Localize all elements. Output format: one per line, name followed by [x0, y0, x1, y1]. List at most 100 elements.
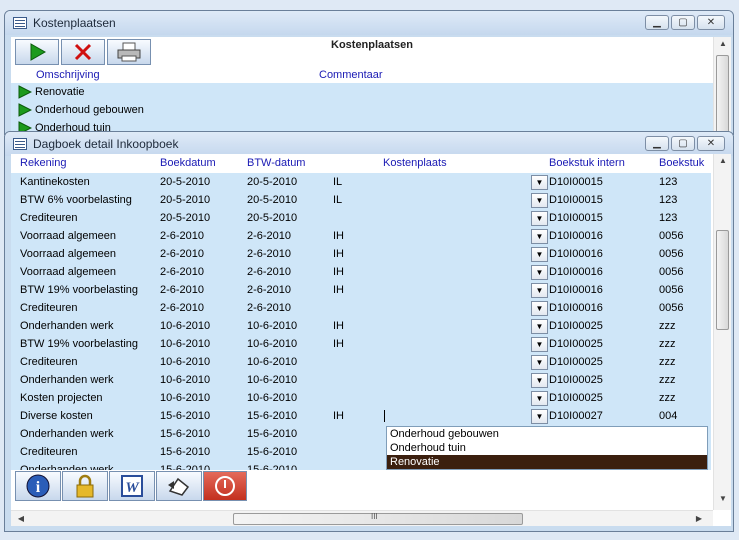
rekening-cell[interactable]: Crediteuren	[20, 353, 77, 371]
dropdown-option[interactable]: Onderhoud gebouwen	[387, 427, 707, 441]
dropdown-arrow-icon[interactable]: ▼	[531, 229, 548, 244]
table-row[interactable]: Voorraad algemeen 2-6-2010 2-6-2010 IH D10I0…	[11, 245, 711, 263]
close-button[interactable]: ✕	[697, 136, 725, 151]
boekstuk-intern-cell[interactable]: D10I00016	[549, 299, 603, 317]
maximize-button[interactable]: ▢	[671, 136, 695, 151]
rekening-cell[interactable]: BTW 19% voorbelasting	[20, 281, 138, 299]
dropdown-arrow-icon[interactable]: ▼	[531, 193, 548, 208]
btw-datum-cell[interactable]: 20-5-2010	[247, 173, 297, 191]
btw-datum-cell[interactable]: 2-6-2010	[247, 299, 291, 317]
undo-button[interactable]	[156, 471, 202, 501]
btw-code-cell[interactable]: IH	[333, 407, 344, 425]
boekstuk-intern-cell[interactable]: D10I00025	[549, 353, 603, 371]
rekening-cell[interactable]: Crediteuren	[20, 209, 77, 227]
dropdown-arrow-icon[interactable]: ▼	[531, 283, 548, 298]
run-button[interactable]	[15, 39, 59, 65]
table-row[interactable]: Onderhanden werk 10-6-2010 10-6-2010 D10I00…	[11, 371, 711, 389]
boekstuk-intern-cell[interactable]: D10I00016	[549, 281, 603, 299]
boekstuk-cell[interactable]: zzz	[659, 371, 676, 389]
dropdown-arrow-icon[interactable]: ▼	[531, 337, 548, 352]
boekstuk-intern-cell[interactable]: D10I00015	[549, 209, 603, 227]
rekening-cell[interactable]: Onderhanden werk	[20, 425, 114, 443]
dagboek-titlebar[interactable]: Dagboek detail Inkoopboek	[5, 132, 733, 156]
boekstuk-cell[interactable]: zzz	[659, 335, 676, 353]
dagboek-horizontal-scrollbar[interactable]: ◀ III ▶	[11, 510, 713, 526]
boekstuk-cell[interactable]: zzz	[659, 317, 676, 335]
btw-datum-cell[interactable]: 20-5-2010	[247, 191, 297, 209]
boekstuk-cell[interactable]: 123	[659, 191, 677, 209]
scroll-right-arrow-icon[interactable]: ▶	[691, 514, 707, 523]
rekening-cell[interactable]: BTW 6% voorbelasting	[20, 191, 132, 209]
dropdown-arrow-icon[interactable]: ▼	[531, 247, 548, 262]
boekstuk-intern-cell[interactable]: D10I00015	[549, 191, 603, 209]
rekening-cell[interactable]: Onderhanden werk	[20, 317, 114, 335]
rekening-cell[interactable]: Kantinekosten	[20, 173, 90, 191]
btw-code-cell[interactable]: IH	[333, 335, 344, 353]
table-row[interactable]: Crediteuren 20-5-2010 20-5-2010 D10I00015 12…	[11, 209, 711, 227]
boekstuk-intern-cell[interactable]: D10I00025	[549, 317, 603, 335]
table-row[interactable]: Voorraad algemeen 2-6-2010 2-6-2010 IH D10I0…	[11, 263, 711, 281]
boekdatum-cell[interactable]: 10-6-2010	[160, 389, 210, 407]
btw-code-cell[interactable]: IH	[333, 263, 344, 281]
boekdatum-cell[interactable]: 20-5-2010	[160, 209, 210, 227]
minimize-button[interactable]: ▁	[645, 15, 669, 30]
btw-datum-cell[interactable]: 2-6-2010	[247, 281, 291, 299]
dropdown-arrow-icon[interactable]: ▼	[531, 409, 548, 424]
table-row[interactable]: Onderhanden werk 10-6-2010 10-6-2010 IH D10I…	[11, 317, 711, 335]
dropdown-arrow-icon[interactable]: ▼	[531, 319, 548, 334]
exit-button[interactable]	[203, 471, 247, 501]
boekstuk-cell[interactable]: 0056	[659, 263, 683, 281]
close-button[interactable]: ✕	[697, 15, 725, 30]
dropdown-arrow-icon[interactable]: ▼	[531, 211, 548, 226]
dropdown-arrow-icon[interactable]: ▼	[531, 373, 548, 388]
boekstuk-cell[interactable]: 0056	[659, 245, 683, 263]
scroll-up-arrow-icon[interactable]: ▲	[715, 39, 731, 48]
kostenplaatsen-titlebar[interactable]: Kostenplaatsen	[5, 11, 733, 35]
boekdatum-cell[interactable]: 15-6-2010	[160, 425, 210, 443]
boekstuk-intern-cell[interactable]: D10I00016	[549, 245, 603, 263]
boekstuk-cell[interactable]: zzz	[659, 353, 676, 371]
boekdatum-cell[interactable]: 10-6-2010	[160, 353, 210, 371]
rekening-cell[interactable]: BTW 19% voorbelasting	[20, 335, 138, 353]
dropdown-option-selected[interactable]: Renovatie	[387, 455, 707, 469]
boekstuk-cell[interactable]: 123	[659, 173, 677, 191]
rekening-cell[interactable]: Diverse kosten	[20, 407, 93, 425]
word-export-button[interactable]: W	[109, 471, 155, 501]
boekstuk-cell[interactable]: zzz	[659, 389, 676, 407]
table-row[interactable]: Diverse kosten 15-6-2010 15-6-2010 IH D10I00…	[11, 407, 711, 425]
boekdatum-cell[interactable]: 2-6-2010	[160, 281, 204, 299]
boekdatum-cell[interactable]: 20-5-2010	[160, 191, 210, 209]
table-row[interactable]: BTW 6% voorbelasting 20-5-2010 20-5-2010 IL…	[11, 191, 711, 209]
boekstuk-intern-cell[interactable]: D10I00025	[549, 389, 603, 407]
btw-datum-cell[interactable]: 10-6-2010	[247, 371, 297, 389]
print-button[interactable]	[107, 39, 151, 65]
maximize-button[interactable]: ▢	[671, 15, 695, 30]
boekdatum-cell[interactable]: 10-6-2010	[160, 335, 210, 353]
table-row[interactable]: BTW 19% voorbelasting 2-6-2010 2-6-2010 IH D…	[11, 281, 711, 299]
info-button[interactable]: i	[15, 471, 61, 501]
dropdown-arrow-icon[interactable]: ▼	[531, 355, 548, 370]
delete-button[interactable]	[61, 39, 105, 65]
boekdatum-cell[interactable]: 2-6-2010	[160, 245, 204, 263]
rekening-cell[interactable]: Kosten projecten	[20, 389, 103, 407]
boekdatum-cell[interactable]: 2-6-2010	[160, 299, 204, 317]
boekdatum-cell[interactable]: 2-6-2010	[160, 263, 204, 281]
table-row[interactable]: Crediteuren 10-6-2010 10-6-2010 D10I00025 zz…	[11, 353, 711, 371]
scrollbar-thumb[interactable]	[716, 230, 729, 330]
table-row[interactable]: Kosten projecten 10-6-2010 10-6-2010 D10I00…	[11, 389, 711, 407]
table-row[interactable]: BTW 19% voorbelasting 10-6-2010 10-6-2010 I…	[11, 335, 711, 353]
boekdatum-cell[interactable]: 15-6-2010	[160, 407, 210, 425]
btw-datum-cell[interactable]: 10-6-2010	[247, 335, 297, 353]
boekstuk-cell[interactable]: 0056	[659, 227, 683, 245]
horizontal-scrollbar-thumb[interactable]: III	[233, 512, 523, 525]
boekstuk-intern-cell[interactable]: D10I00025	[549, 371, 603, 389]
scroll-left-arrow-icon[interactable]: ◀	[13, 514, 29, 523]
table-row[interactable]: Voorraad algemeen 2-6-2010 2-6-2010 IH D10I0…	[11, 227, 711, 245]
boekstuk-intern-cell[interactable]: D10I00027	[549, 407, 603, 425]
dropdown-arrow-icon[interactable]: ▼	[531, 301, 548, 316]
btw-datum-cell[interactable]: 15-6-2010	[247, 425, 297, 443]
rekening-cell[interactable]: Onderhanden werk	[20, 461, 114, 470]
boekdatum-cell[interactable]: 15-6-2010	[160, 443, 210, 461]
btw-datum-cell[interactable]: 2-6-2010	[247, 263, 291, 281]
kostenplaatsen-scrollbar[interactable]: ▲	[713, 37, 731, 134]
